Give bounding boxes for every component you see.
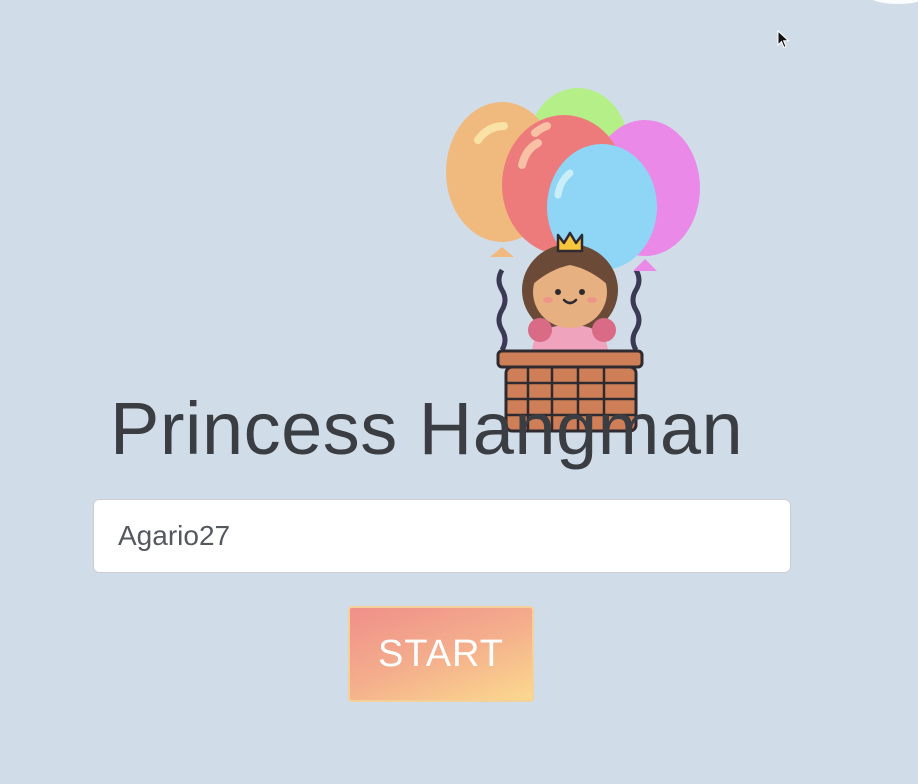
player-name-input[interactable]: [93, 499, 791, 573]
page-title: Princess Hangman: [110, 387, 744, 470]
mouse-cursor-icon: [777, 30, 790, 49]
start-button[interactable]: START: [348, 606, 534, 702]
princess-balloon-illustration: [446, 88, 700, 433]
corner-decoration: [868, 0, 918, 4]
